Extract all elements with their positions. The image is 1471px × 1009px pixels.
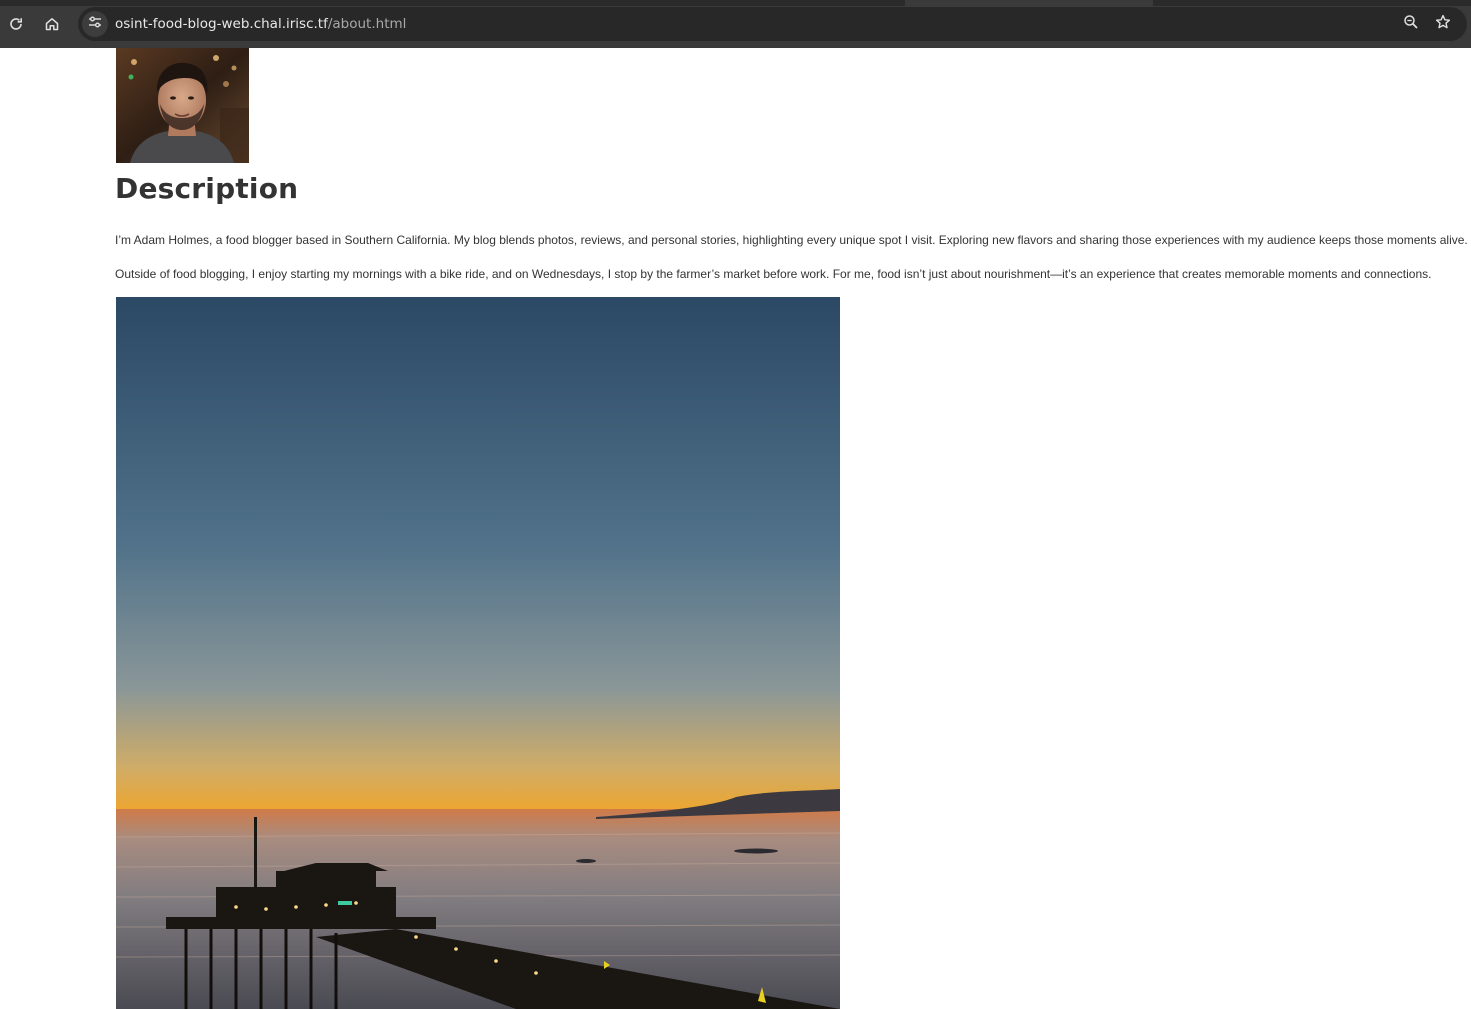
reload-icon	[8, 16, 24, 32]
zoom-button[interactable]	[1398, 11, 1424, 37]
sunset-pier-photo	[116, 297, 840, 1009]
hobbies-paragraph: Outside of food blogging, I enjoy starti…	[115, 267, 1432, 281]
url-path: /about.html	[327, 16, 407, 32]
home-button[interactable]	[38, 10, 66, 38]
profile-photo	[116, 48, 249, 163]
home-icon	[44, 16, 60, 32]
bio-paragraph: I’m Adam Holmes, a food blogger based in…	[115, 233, 1468, 247]
page-title: Description	[115, 172, 299, 205]
site-info-button[interactable]	[82, 11, 108, 37]
address-bar[interactable]: osint-food-blog-web.chal.irisc.tf/about.…	[78, 7, 1467, 41]
browser-toolbar: osint-food-blog-web.chal.irisc.tf/about.…	[0, 0, 1471, 48]
zoom-icon	[1403, 14, 1419, 35]
bookmark-button[interactable]	[1430, 11, 1456, 37]
reload-button[interactable]	[2, 10, 30, 38]
active-tab-edge[interactable]	[905, 0, 1153, 6]
page-content: Description I’m Adam Holmes, a food blog…	[0, 48, 1471, 1009]
bookmark-star-icon	[1435, 14, 1451, 35]
url-host: osint-food-blog-web.chal.irisc.tf	[115, 16, 328, 32]
tab-strip	[0, 0, 1471, 6]
url-text[interactable]: osint-food-blog-web.chal.irisc.tf/about.…	[115, 7, 406, 41]
site-info-icon	[88, 15, 102, 34]
